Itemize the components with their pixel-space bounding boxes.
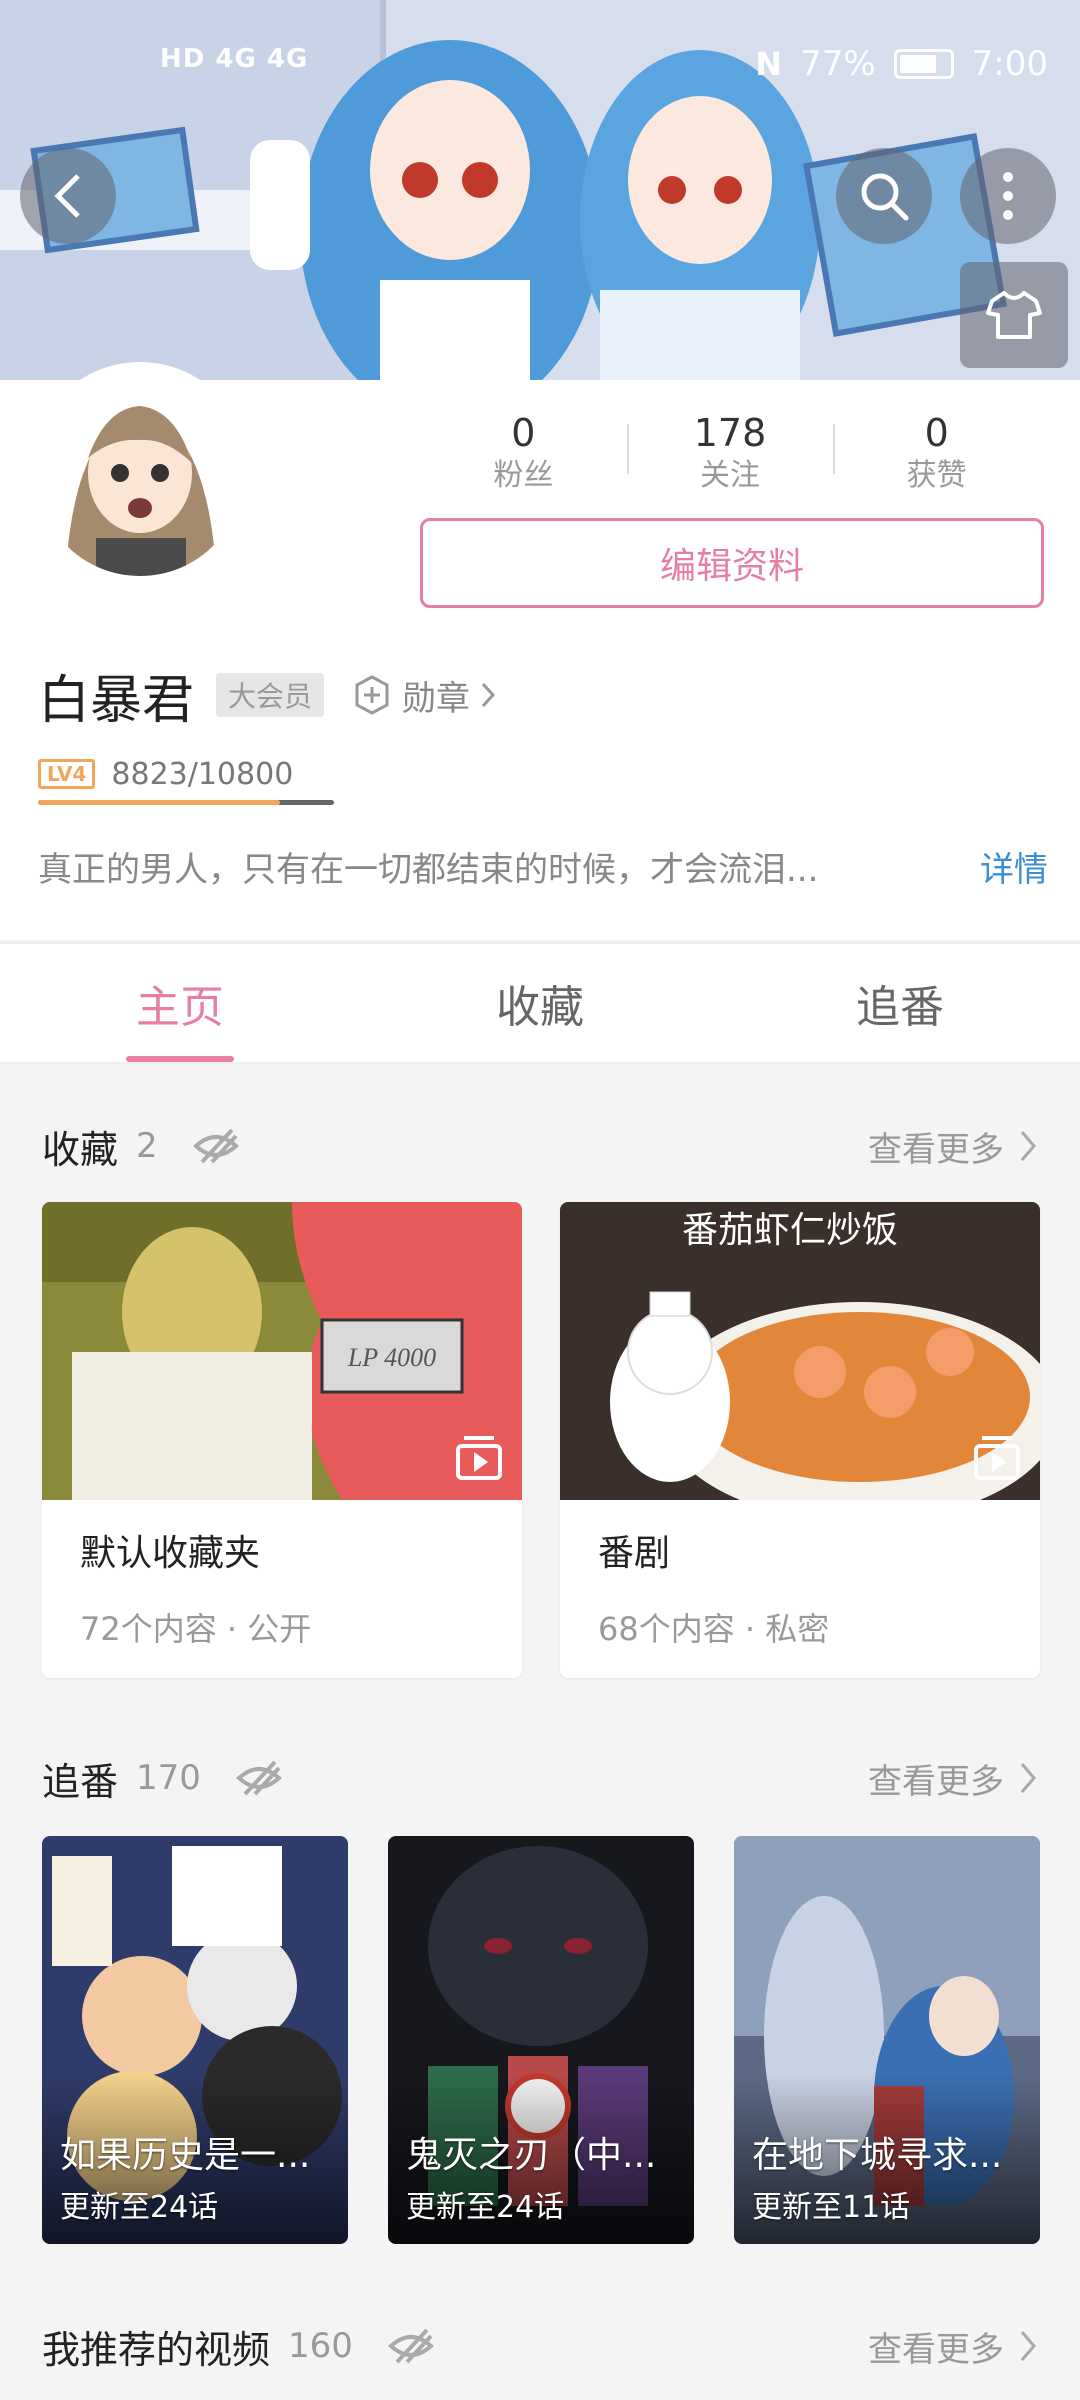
followers-stat[interactable]: 0 粉丝 <box>420 410 627 493</box>
network-status: HD 4G 4G <box>160 44 309 74</box>
bangumi-section-header: 追番 170 查看更多 <box>42 1748 1038 1808</box>
medal-add-icon <box>355 675 389 715</box>
edit-profile-button[interactable]: 编辑资料 <box>420 518 1044 608</box>
thumbnail-text: LP 4000 <box>347 1343 436 1372</box>
stat-label: 获赞 <box>906 458 967 493</box>
bangumi-card[interactable]: 在地下城寻求... 更新至11话 <box>734 1836 1040 2244</box>
favorite-folder-card[interactable]: 番茄虾仁炒饭 番剧 68个内容 · 私密 <box>560 1202 1040 1678</box>
chevron-right-icon <box>481 682 496 708</box>
battery-icon <box>893 49 954 79</box>
stat-value: 0 <box>924 411 949 455</box>
name-row: 白暴君 大会员 勋章 <box>38 662 496 731</box>
tshirt-icon <box>986 291 1042 339</box>
bio-row: 真正的男人，只有在一切都结束的时候，才会流泪... 详情 <box>38 836 1048 896</box>
status-bar: HD 4G 4G N 77% 7:00 <box>0 0 1080 130</box>
section-count: 170 <box>136 1758 201 1798</box>
search-icon <box>861 173 909 221</box>
recommended-section-header: 我推荐的视频 160 查看更多 <box>42 2316 1038 2376</box>
stat-label: 关注 <box>700 458 760 493</box>
profile-banner: HD 4G 4G N 77% 7:00 <box>0 0 1080 380</box>
bio-text: 真正的男人，只有在一切都结束的时候，才会流泪... <box>38 849 819 890</box>
eye-off-icon[interactable] <box>235 1758 283 1798</box>
section-title: 收藏 <box>42 1127 119 1172</box>
see-more-label: 查看更多 <box>868 2329 1004 2370</box>
chevron-right-icon <box>1020 1763 1036 1793</box>
section-title: 追番 <box>42 1759 119 1804</box>
folder-thumbnail: LP 4000 <box>42 1202 522 1500</box>
level-row: LV4 8823/10800 <box>38 752 293 796</box>
stat-value: 178 <box>693 411 767 455</box>
vip-badge[interactable]: 大会员 <box>216 673 325 717</box>
see-more-link[interactable]: 查看更多 <box>868 2322 1038 2371</box>
bangumi-update: 更新至24话 <box>60 2190 219 2225</box>
profile-stats: 0 粉丝 178 关注 0 获赞 <box>420 410 1040 493</box>
more-icon <box>1003 172 1013 220</box>
avatar-image <box>36 368 244 576</box>
eye-off-icon[interactable] <box>192 1126 240 1166</box>
exp-text: 8823/10800 <box>111 756 294 792</box>
stat-value: 0 <box>511 411 536 455</box>
exp-progress-fill <box>38 800 280 805</box>
chevron-right-icon <box>1020 1131 1036 1161</box>
bangumi-card[interactable]: 如果历史是一... 更新至24话 <box>42 1836 348 2244</box>
tab-home[interactable]: 主页 <box>0 944 360 1062</box>
avatar[interactable] <box>30 362 250 582</box>
folder-name: 默认收藏夹 <box>80 1533 261 1574</box>
username: 白暴君 <box>38 670 195 731</box>
chevron-right-icon <box>1020 2331 1036 2361</box>
see-more-link[interactable]: 查看更多 <box>868 1122 1038 1171</box>
eye-off-icon[interactable] <box>387 2326 435 2366</box>
favorite-folder-card[interactable]: LP 4000 默认收藏夹 72个内容 · 公开 <box>42 1202 522 1678</box>
see-more-link[interactable]: 查看更多 <box>868 1754 1038 1803</box>
details-link[interactable]: 详情 <box>980 842 1048 891</box>
stat-label: 粉丝 <box>493 458 554 493</box>
clock: 7:00 <box>971 44 1048 84</box>
medal-link[interactable]: 勋章 <box>352 671 496 720</box>
folder-name: 番剧 <box>598 1533 671 1574</box>
level-badge: LV4 <box>38 759 96 789</box>
video-collection-icon <box>456 1436 502 1480</box>
bangumi-title: 鬼灭之刃（中... <box>406 2135 657 2176</box>
section-count: 2 <box>136 1126 158 1166</box>
folder-meta: 72个内容 · 公开 <box>80 1610 312 1648</box>
likes-stat[interactable]: 0 获赞 <box>833 410 1040 493</box>
battery-percent: 77% <box>800 44 876 84</box>
section-count: 160 <box>288 2326 353 2366</box>
bangumi-card[interactable]: 鬼灭之刃（中... 更新至24话 <box>388 1836 694 2244</box>
folder-meta: 68个内容 · 私密 <box>598 1610 830 1648</box>
thumbnail-text: 番茄虾仁炒饭 <box>682 1210 898 1251</box>
tab-bangumi[interactable]: 追番 <box>720 944 1080 1062</box>
video-collection-icon <box>974 1436 1020 1480</box>
dress-up-button[interactable] <box>960 262 1068 368</box>
search-button[interactable] <box>836 148 932 244</box>
bangumi-update: 更新至24话 <box>406 2190 565 2225</box>
profile-tabs: 主页 收藏 追番 <box>0 942 1080 1064</box>
bangumi-update: 更新至11话 <box>752 2190 911 2225</box>
profile-card: 0 粉丝 178 关注 0 获赞 编辑资料 白暴君 大会员 勋章 LV4 882… <box>0 362 1080 940</box>
bangumi-title: 在地下城寻求... <box>752 2135 1003 2176</box>
back-icon <box>54 174 80 218</box>
bangumi-title: 如果历史是一... <box>60 2135 311 2176</box>
back-button[interactable] <box>20 148 116 244</box>
more-button[interactable] <box>960 148 1056 244</box>
exp-progress-bar <box>38 800 334 805</box>
favorites-section-header: 收藏 2 查看更多 <box>42 1116 1038 1176</box>
folder-thumbnail: 番茄虾仁炒饭 <box>560 1202 1040 1500</box>
nfc-icon: N <box>755 45 783 83</box>
tab-favorites[interactable]: 收藏 <box>360 944 720 1062</box>
section-title: 我推荐的视频 <box>42 2327 271 2372</box>
see-more-label: 查看更多 <box>868 1761 1004 1802</box>
following-stat[interactable]: 178 关注 <box>626 410 834 493</box>
see-more-label: 查看更多 <box>868 1129 1004 1170</box>
medal-label: 勋章 <box>402 678 471 719</box>
